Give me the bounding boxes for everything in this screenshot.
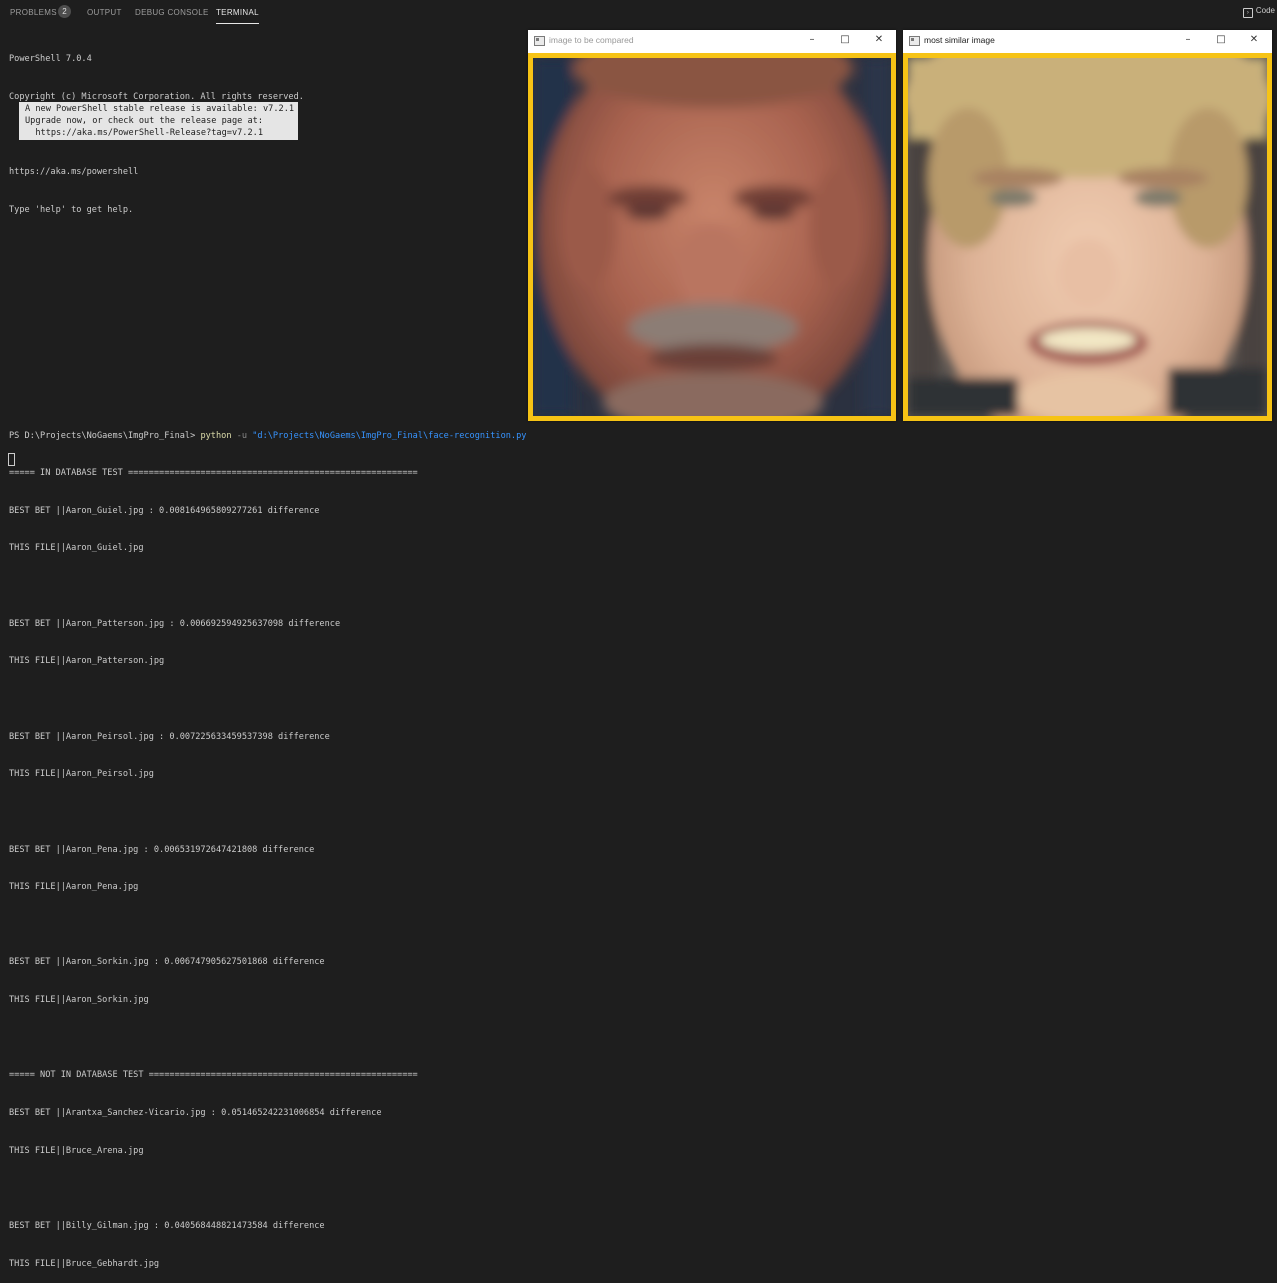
- terminal-line: THIS FILE||Aaron_Sorkin.jpg: [9, 995, 149, 1006]
- update-notice: A new PowerShell stable release is avail…: [19, 102, 298, 140]
- terminal-line: BEST BET ||Billy_Gilman.jpg : 0.04056844…: [9, 1220, 325, 1231]
- image-frame: [528, 53, 896, 421]
- terminal-cursor: [8, 453, 15, 466]
- terminal-line: BEST BET ||Aaron_Sorkin.jpg : 0.00674790…: [9, 957, 325, 968]
- tab-problems[interactable]: PROBLEMS: [10, 8, 57, 17]
- terminal-line: THIS FILE||Aaron_Peirsol.jpg: [9, 769, 154, 780]
- maximize-icon[interactable]: □: [1213, 33, 1229, 47]
- terminal-line: BEST BET ||Aaron_Peirsol.jpg : 0.0072256…: [9, 731, 330, 742]
- code-terminal-button[interactable]: › Code: [1242, 6, 1275, 18]
- terminal-line: ===== IN DATABASE TEST =================…: [9, 468, 418, 479]
- maximize-icon[interactable]: □: [837, 33, 853, 47]
- notice-line: Upgrade now, or check out the release pa…: [25, 116, 263, 126]
- close-icon[interactable]: ✕: [871, 33, 887, 47]
- window-app-icon: [534, 36, 545, 46]
- compare-image-window[interactable]: image to be compared – □ ✕: [528, 30, 896, 421]
- terminal-line: Type 'help' to get help.: [9, 204, 134, 215]
- compared-face-image: [533, 58, 891, 416]
- window-title: most similar image: [924, 35, 995, 45]
- terminal-output[interactable]: PowerShell 7.0.4 Copyright (c) Microsoft…: [9, 28, 526, 1283]
- terminal-icon: ›: [1242, 8, 1253, 18]
- notice-line: A new PowerShell stable release is avail…: [25, 104, 295, 114]
- terminal-line: BEST BET ||Aaron_Patterson.jpg : 0.00669…: [9, 618, 341, 629]
- terminal-line: PowerShell 7.0.4: [9, 54, 92, 65]
- script-path: "d:\Projects\NoGaems\ImgPro_Final\face-r…: [252, 430, 527, 441]
- tab-terminal[interactable]: TERMINAL: [216, 8, 259, 24]
- similar-face-image: [908, 58, 1267, 416]
- minimize-icon[interactable]: –: [804, 33, 820, 47]
- terminal-line: THIS FILE||Aaron_Patterson.jpg: [9, 656, 165, 667]
- window-titlebar[interactable]: most similar image – □ ✕: [903, 30, 1272, 52]
- window-app-icon: [909, 36, 920, 46]
- terminal-line: THIS FILE||Bruce_Gebhardt.jpg: [9, 1258, 160, 1269]
- terminal-line: BEST BET ||Aaron_Guiel.jpg : 0.008164965…: [9, 505, 320, 516]
- terminal-line: THIS FILE||Aaron_Guiel.jpg: [9, 543, 144, 554]
- command-flag: -u: [236, 430, 248, 441]
- window-titlebar[interactable]: image to be compared – □ ✕: [528, 30, 896, 52]
- minimize-icon[interactable]: –: [1180, 33, 1196, 47]
- tab-output[interactable]: OUTPUT: [87, 8, 122, 17]
- notice-line: https://aka.ms/PowerShell-Release?tag=v7…: [25, 128, 263, 138]
- tab-debug-console[interactable]: DEBUG CONSOLE: [135, 8, 209, 17]
- command-line: PS D:\Projects\NoGaems\ImgPro_Final> pyt…: [9, 430, 526, 443]
- terminal-line: THIS FILE||Aaron_Pena.jpg: [9, 882, 139, 893]
- window-title: image to be compared: [549, 35, 634, 45]
- command: python: [200, 430, 232, 441]
- terminal-line: BEST BET ||Aaron_Pena.jpg : 0.0065319726…: [9, 844, 315, 855]
- similar-image-window[interactable]: most similar image – □ ✕: [903, 30, 1272, 421]
- panel-tab-bar: PROBLEMS 2 OUTPUT DEBUG CONSOLE TERMINAL…: [0, 0, 1277, 26]
- terminal-line: ===== NOT IN DATABASE TEST =============…: [9, 1070, 418, 1081]
- prompt: PS D:\Projects\NoGaems\ImgPro_Final>: [9, 430, 196, 441]
- code-button-label: Code: [1255, 6, 1275, 15]
- close-icon[interactable]: ✕: [1246, 33, 1262, 47]
- terminal-line: https://aka.ms/powershell: [9, 167, 139, 178]
- terminal-line: THIS FILE||Bruce_Arena.jpg: [9, 1145, 144, 1156]
- image-frame: [903, 53, 1272, 421]
- problems-count-badge: 2: [58, 5, 71, 18]
- terminal-line: BEST BET ||Arantxa_Sanchez-Vicario.jpg :…: [9, 1108, 382, 1119]
